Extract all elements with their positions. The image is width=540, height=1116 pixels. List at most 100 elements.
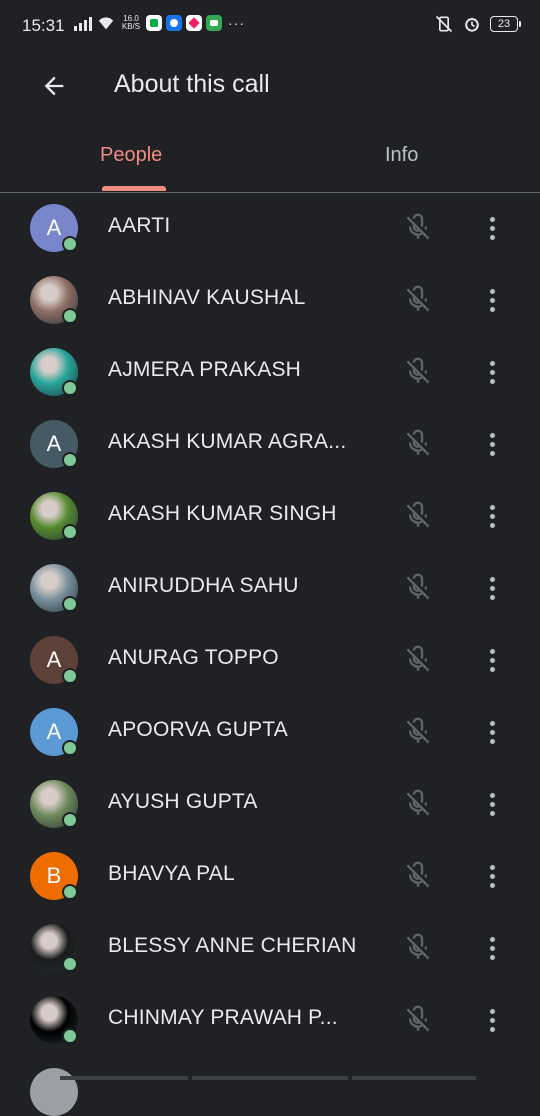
mic-off-icon xyxy=(406,861,430,888)
more-vert-icon-dot xyxy=(489,594,495,600)
participant-row[interactable]: AJMERA PRAKASH xyxy=(0,336,540,408)
more-vert-icon-dot xyxy=(489,666,495,672)
presence-indicator xyxy=(62,884,78,900)
participant-row[interactable]: AYUSH GUPTA xyxy=(0,768,540,840)
more-vert-icon-dot xyxy=(489,432,495,438)
avatar-initial: A xyxy=(46,431,62,456)
more-vert-icon-dot xyxy=(489,216,495,222)
more-vert-icon-dot xyxy=(489,792,495,798)
messages-notification-icon xyxy=(166,15,182,31)
participant-name: BLESSY ANNE CHERIAN xyxy=(108,934,357,957)
more-options-button[interactable] xyxy=(478,716,506,748)
tab-info[interactable]: Info xyxy=(385,144,418,167)
more-vert-icon-dot xyxy=(489,648,495,654)
more-vert-icon-dot xyxy=(489,738,495,744)
more-vert-icon-dot xyxy=(489,945,495,951)
mic-off-icon xyxy=(406,501,430,528)
more-vert-icon-dot xyxy=(489,873,495,879)
more-vert-icon-dot xyxy=(489,585,495,591)
participant-name: ANURAG TOPPO xyxy=(108,646,279,669)
more-vert-icon-dot xyxy=(489,729,495,735)
more-options-button[interactable] xyxy=(478,212,506,244)
participant-name: ANIRUDDHA SAHU xyxy=(108,574,299,597)
participant-name: AKASH KUMAR AGRA... xyxy=(108,430,347,453)
tab-people[interactable]: People xyxy=(100,144,162,167)
more-vert-icon-dot xyxy=(489,810,495,816)
more-vert-icon-dot xyxy=(489,225,495,231)
participant-row[interactable]: BLESSY ANNE CHERIAN xyxy=(0,912,540,984)
more-vert-icon-dot xyxy=(489,864,495,870)
presence-indicator xyxy=(62,308,78,324)
more-vert-icon-dot xyxy=(489,504,495,510)
more-options-button[interactable] xyxy=(478,1004,506,1036)
more-options-button[interactable] xyxy=(478,644,506,676)
status-time: 15:31 xyxy=(22,16,65,35)
mic-off-icon xyxy=(406,429,430,456)
more-vert-icon-dot xyxy=(489,378,495,384)
more-vert-icon-dot xyxy=(489,801,495,807)
more-vert-icon-dot xyxy=(489,513,495,519)
app-bar: About this call xyxy=(0,54,540,116)
more-options-button[interactable] xyxy=(478,428,506,460)
more-options-button[interactable] xyxy=(478,356,506,388)
participant-row[interactable]: A AKASH KUMAR AGRA... xyxy=(0,408,540,480)
more-vert-icon-dot xyxy=(489,1017,495,1023)
more-vert-icon-dot xyxy=(489,288,495,294)
participant-row[interactable]: A APOORVA GUPTA xyxy=(0,696,540,768)
more-options-button[interactable] xyxy=(478,788,506,820)
status-left-icons: 16.0 KB/S ··· xyxy=(74,15,245,31)
more-vert-icon-dot xyxy=(489,306,495,312)
participant-row[interactable]: ANIRUDDHA SAHU xyxy=(0,552,540,624)
more-vert-icon-dot xyxy=(489,360,495,366)
more-vert-icon-dot xyxy=(489,522,495,528)
mic-off-icon xyxy=(406,933,430,960)
mic-off-icon xyxy=(406,789,430,816)
vibrate-off-icon xyxy=(435,15,453,33)
presence-indicator xyxy=(62,596,78,612)
presence-indicator xyxy=(62,1028,78,1044)
presence-indicator xyxy=(62,380,78,396)
more-options-button[interactable] xyxy=(478,860,506,892)
more-options-button[interactable] xyxy=(478,572,506,604)
chat-notification-icon xyxy=(206,15,222,31)
participant-name: BHAVYA PAL xyxy=(108,862,235,885)
more-vert-icon-dot xyxy=(489,297,495,303)
participant-row[interactable]: CHINMAY PRAWAH P... xyxy=(0,984,540,1056)
more-vert-icon-dot xyxy=(489,576,495,582)
participant-row[interactable]: A AARTI xyxy=(0,192,540,264)
participant-name: AJMERA PRAKASH xyxy=(108,358,302,381)
app-notification-icon xyxy=(186,15,202,31)
network-speed: 16.0 KB/S xyxy=(120,15,142,31)
participant-name: APOORVA GUPTA xyxy=(108,718,288,741)
participant-row[interactable]: A ANURAG TOPPO xyxy=(0,624,540,696)
presence-indicator xyxy=(62,956,78,972)
mic-off-icon xyxy=(406,573,430,600)
mic-off-icon xyxy=(406,213,430,240)
mic-off-icon xyxy=(406,717,430,744)
more-vert-icon-dot xyxy=(489,882,495,888)
meet-notification-icon xyxy=(146,15,162,31)
participant-name: ABHINAV KAUSHAL xyxy=(108,286,306,309)
back-button[interactable] xyxy=(36,68,72,104)
nav-bar-segment xyxy=(352,1076,476,1080)
avatar-initial: A xyxy=(46,647,62,672)
status-right-icons: 23 xyxy=(434,14,521,34)
more-vert-icon-dot xyxy=(489,441,495,447)
participant-row[interactable]: B BHAVYA PAL xyxy=(0,840,540,912)
more-options-button[interactable] xyxy=(478,284,506,316)
more-vert-icon-dot xyxy=(489,720,495,726)
more-vert-icon-dot xyxy=(489,936,495,942)
avatar-initial: A xyxy=(46,719,62,744)
nav-bar-segment xyxy=(60,1076,188,1080)
presence-indicator xyxy=(62,812,78,828)
more-vert-icon-dot xyxy=(489,234,495,240)
nav-bar-segment xyxy=(192,1076,348,1080)
participant-name: AYUSH GUPTA xyxy=(108,790,258,813)
more-vert-icon-dot xyxy=(489,450,495,456)
status-bar: 15:31 16.0 KB/S ··· 23 xyxy=(0,0,540,54)
presence-indicator xyxy=(62,452,78,468)
participant-row[interactable]: AKASH KUMAR SINGH xyxy=(0,480,540,552)
more-options-button[interactable] xyxy=(478,500,506,532)
participant-row[interactable]: ABHINAV KAUSHAL xyxy=(0,264,540,336)
more-options-button[interactable] xyxy=(478,932,506,964)
